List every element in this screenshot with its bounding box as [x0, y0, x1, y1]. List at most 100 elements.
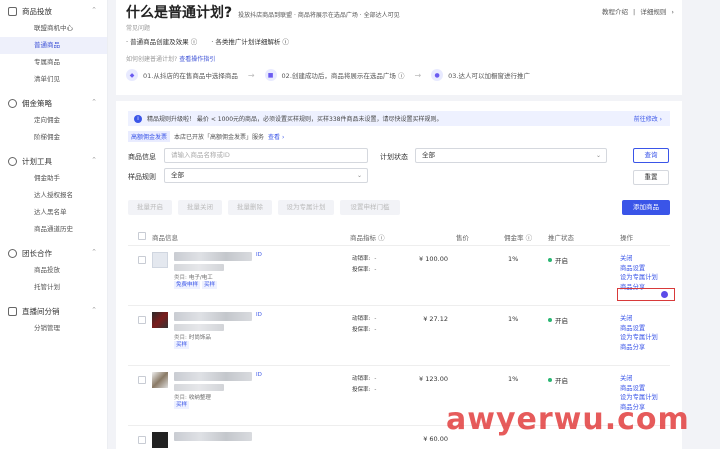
- settings-action[interactable]: 商品设置: [620, 384, 658, 394]
- metric-sales-rate: 动销率: -: [352, 316, 377, 322]
- nav-group-team-leader[interactable]: 团长合作 ⌃: [0, 244, 107, 262]
- chevron-up-icon: ⌃: [91, 306, 97, 314]
- chip-buy-sample: 买样: [202, 281, 218, 289]
- close-action[interactable]: 关闭: [620, 314, 658, 324]
- sidebar-item-normal-products[interactable]: 普通商品: [0, 37, 107, 54]
- plan-status-value: 全部: [422, 151, 435, 159]
- nav-group-plan-tools[interactable]: 计划工具 ⌃: [0, 152, 107, 170]
- clock-icon: [8, 157, 17, 166]
- faq-item-creation[interactable]: · 普通商品创建及效果 ⓘ: [126, 36, 197, 46]
- sidebar-item-tiered-commission[interactable]: 阶梯佣金: [0, 129, 107, 146]
- product-name-blurred: [174, 252, 252, 261]
- sidebar-item-distribution-management[interactable]: 分销管理: [0, 320, 107, 337]
- sidebar-item-targeted-commission[interactable]: 定向佣金: [0, 112, 107, 129]
- box-icon: [8, 7, 17, 16]
- status-dot-icon: [548, 378, 552, 382]
- batch-enable-button[interactable]: 批量开启: [128, 200, 172, 215]
- add-product-button[interactable]: 添加商品: [622, 200, 670, 215]
- guide-link[interactable]: 查看操作指引: [179, 56, 215, 63]
- product-thumbnail: [152, 312, 168, 328]
- sidebar-item-commission-assistant[interactable]: 佣金助手: [0, 170, 107, 187]
- sidebar-item-opportunity[interactable]: 联盟商机中心: [0, 20, 107, 37]
- watermark: awyerwu.com: [446, 402, 690, 437]
- batch-sample-threshold-button[interactable]: 设置申样门槛: [340, 200, 400, 215]
- set-exclusive-action[interactable]: 设为专属计划: [620, 273, 658, 283]
- product-id-tag: ID: [256, 372, 262, 378]
- metric-insurance-rate: 投保率: -: [352, 387, 377, 393]
- header-status: 推广状态: [548, 234, 574, 242]
- query-button[interactable]: 查询: [633, 148, 669, 163]
- settings-action[interactable]: 商品设置: [620, 264, 658, 274]
- status-dot-icon: [548, 258, 552, 262]
- chevron-up-icon: ⌃: [91, 98, 97, 106]
- tutorial-link[interactable]: 教程介绍: [602, 8, 628, 16]
- notice-link[interactable]: 前往修改 ›: [634, 114, 662, 123]
- sample-rule-label: 样品规则: [128, 173, 156, 181]
- top-links: 教程介绍 | 详细规则 ›: [599, 6, 674, 16]
- product-price: ¥ 100.00: [419, 255, 448, 263]
- plan-status-label: 计划状态: [380, 153, 408, 161]
- cursor-dot-icon: [661, 291, 668, 298]
- product-price: ¥ 27.12: [423, 315, 448, 323]
- row-checkbox[interactable]: [138, 256, 146, 264]
- batch-exclusive-button[interactable]: 设为专属计划: [278, 200, 334, 215]
- sample-rule-select[interactable]: 全部 ⌄: [164, 168, 368, 183]
- chip-buy-sample: 买样: [174, 341, 190, 349]
- nav-group-live-distribution[interactable]: 直播间分销 ⌃: [0, 302, 107, 320]
- sidebar-item-team-products[interactable]: 商品投放: [0, 262, 107, 279]
- product-id-tag: ID: [256, 312, 262, 318]
- notice-text: 精品规则升级啦！ 最价 < 1000元的商品，必须设置买样规则，买样338件商品…: [147, 116, 443, 123]
- chevron-down-icon: ⌄: [595, 152, 601, 159]
- sidebar-item-managed-plan[interactable]: 托管计划: [0, 279, 107, 296]
- arrow-right-icon: →: [414, 70, 422, 80]
- header-metrics: 商品指标 ⓘ: [350, 234, 385, 242]
- select-all-checkbox[interactable]: [138, 232, 146, 240]
- select-icon: ◆: [126, 69, 138, 81]
- row-actions: 关闭 商品设置 设为专属计划 商品分享: [620, 254, 658, 292]
- product-price: ¥ 60.00: [423, 435, 448, 443]
- faq-item-plans[interactable]: · 各类推广计划详细解析 ⓘ: [211, 36, 289, 46]
- sidebar: 商品投放 ⌃ 联盟商机中心 普通商品 专属商品 清单们见 佣金策略 ⌃ 定向佣金 阶…: [0, 0, 108, 449]
- reset-button[interactable]: 重置: [633, 170, 669, 185]
- close-action[interactable]: 关闭: [620, 374, 658, 384]
- chevron-up-icon: ⌃: [91, 156, 97, 164]
- row-checkbox[interactable]: [138, 376, 146, 384]
- nav-group-product-placement[interactable]: 商品投放 ⌃: [0, 2, 107, 20]
- creator-icon: ●: [431, 69, 444, 81]
- row-checkbox[interactable]: [138, 316, 146, 324]
- sample-rule-value: 全部: [171, 171, 184, 179]
- invoice-link[interactable]: 查看 ›: [268, 132, 284, 141]
- status-badge: 开启: [548, 315, 568, 325]
- sidebar-item-exclusive-products[interactable]: 专属商品: [0, 54, 107, 71]
- step-2: ■ 02.创建成功后，商品将展示在选品广场 ⓘ: [264, 69, 404, 81]
- commission-rate: 1%: [508, 255, 519, 263]
- product-info-input[interactable]: 请输入商品名称或ID: [164, 148, 368, 163]
- nav-group-commission[interactable]: 佣金策略 ⌃: [0, 94, 107, 112]
- step-3: ● 03.达人可以加橱窗进行推广: [431, 69, 530, 81]
- commission-rate: 1%: [508, 315, 519, 323]
- settings-action[interactable]: 商品设置: [620, 324, 658, 334]
- steps: ◆ 01.从抖店的在售商品中选择商品 → ■ 02.创建成功后，商品将展示在选品广场…: [126, 69, 672, 81]
- arrow-right-icon: →: [247, 70, 255, 80]
- commission-rate: 1%: [508, 375, 519, 383]
- close-action[interactable]: 关闭: [620, 254, 658, 264]
- set-exclusive-action[interactable]: 设为专属计划: [620, 333, 658, 343]
- intro-card: 什么是普通计划? 投放抖店商品到联盟 · 商品将展示在选品广场 · 全部达人可见…: [116, 0, 682, 95]
- filters: 商品信息 请输入商品名称或ID 计划状态 全部 ⌄ 查询 样品规则 全部 ⌄ 重置: [128, 148, 670, 196]
- row-checkbox[interactable]: [138, 436, 146, 444]
- batch-delete-button[interactable]: 批量删除: [228, 200, 272, 215]
- chip-buy-sample: 买样: [174, 401, 190, 409]
- plan-status-select[interactable]: 全部 ⌄: [415, 148, 607, 163]
- metric-insurance-rate: 投保率: -: [352, 327, 377, 333]
- invoice-tagline: 高额佣金发票 本店已开放「高额佣金发票」服务 查看 ›: [128, 131, 670, 142]
- product-thumbnail: [152, 252, 168, 268]
- batch-disable-button[interactable]: 批量关闭: [178, 200, 222, 215]
- sidebar-item-list[interactable]: 清单们见: [0, 71, 107, 88]
- sidebar-item-channel-history[interactable]: 商品通道历史: [0, 221, 107, 238]
- header-commission: 佣金率 ⓘ: [504, 234, 533, 242]
- share-action[interactable]: 商品分享: [620, 343, 658, 353]
- rules-link[interactable]: 详细规则: [640, 8, 666, 16]
- sidebar-item-creator-authorization[interactable]: 达人授权报名: [0, 187, 107, 204]
- product-name-blurred: [174, 372, 252, 381]
- sidebar-item-creator-blacklist[interactable]: 达人黑名单: [0, 204, 107, 221]
